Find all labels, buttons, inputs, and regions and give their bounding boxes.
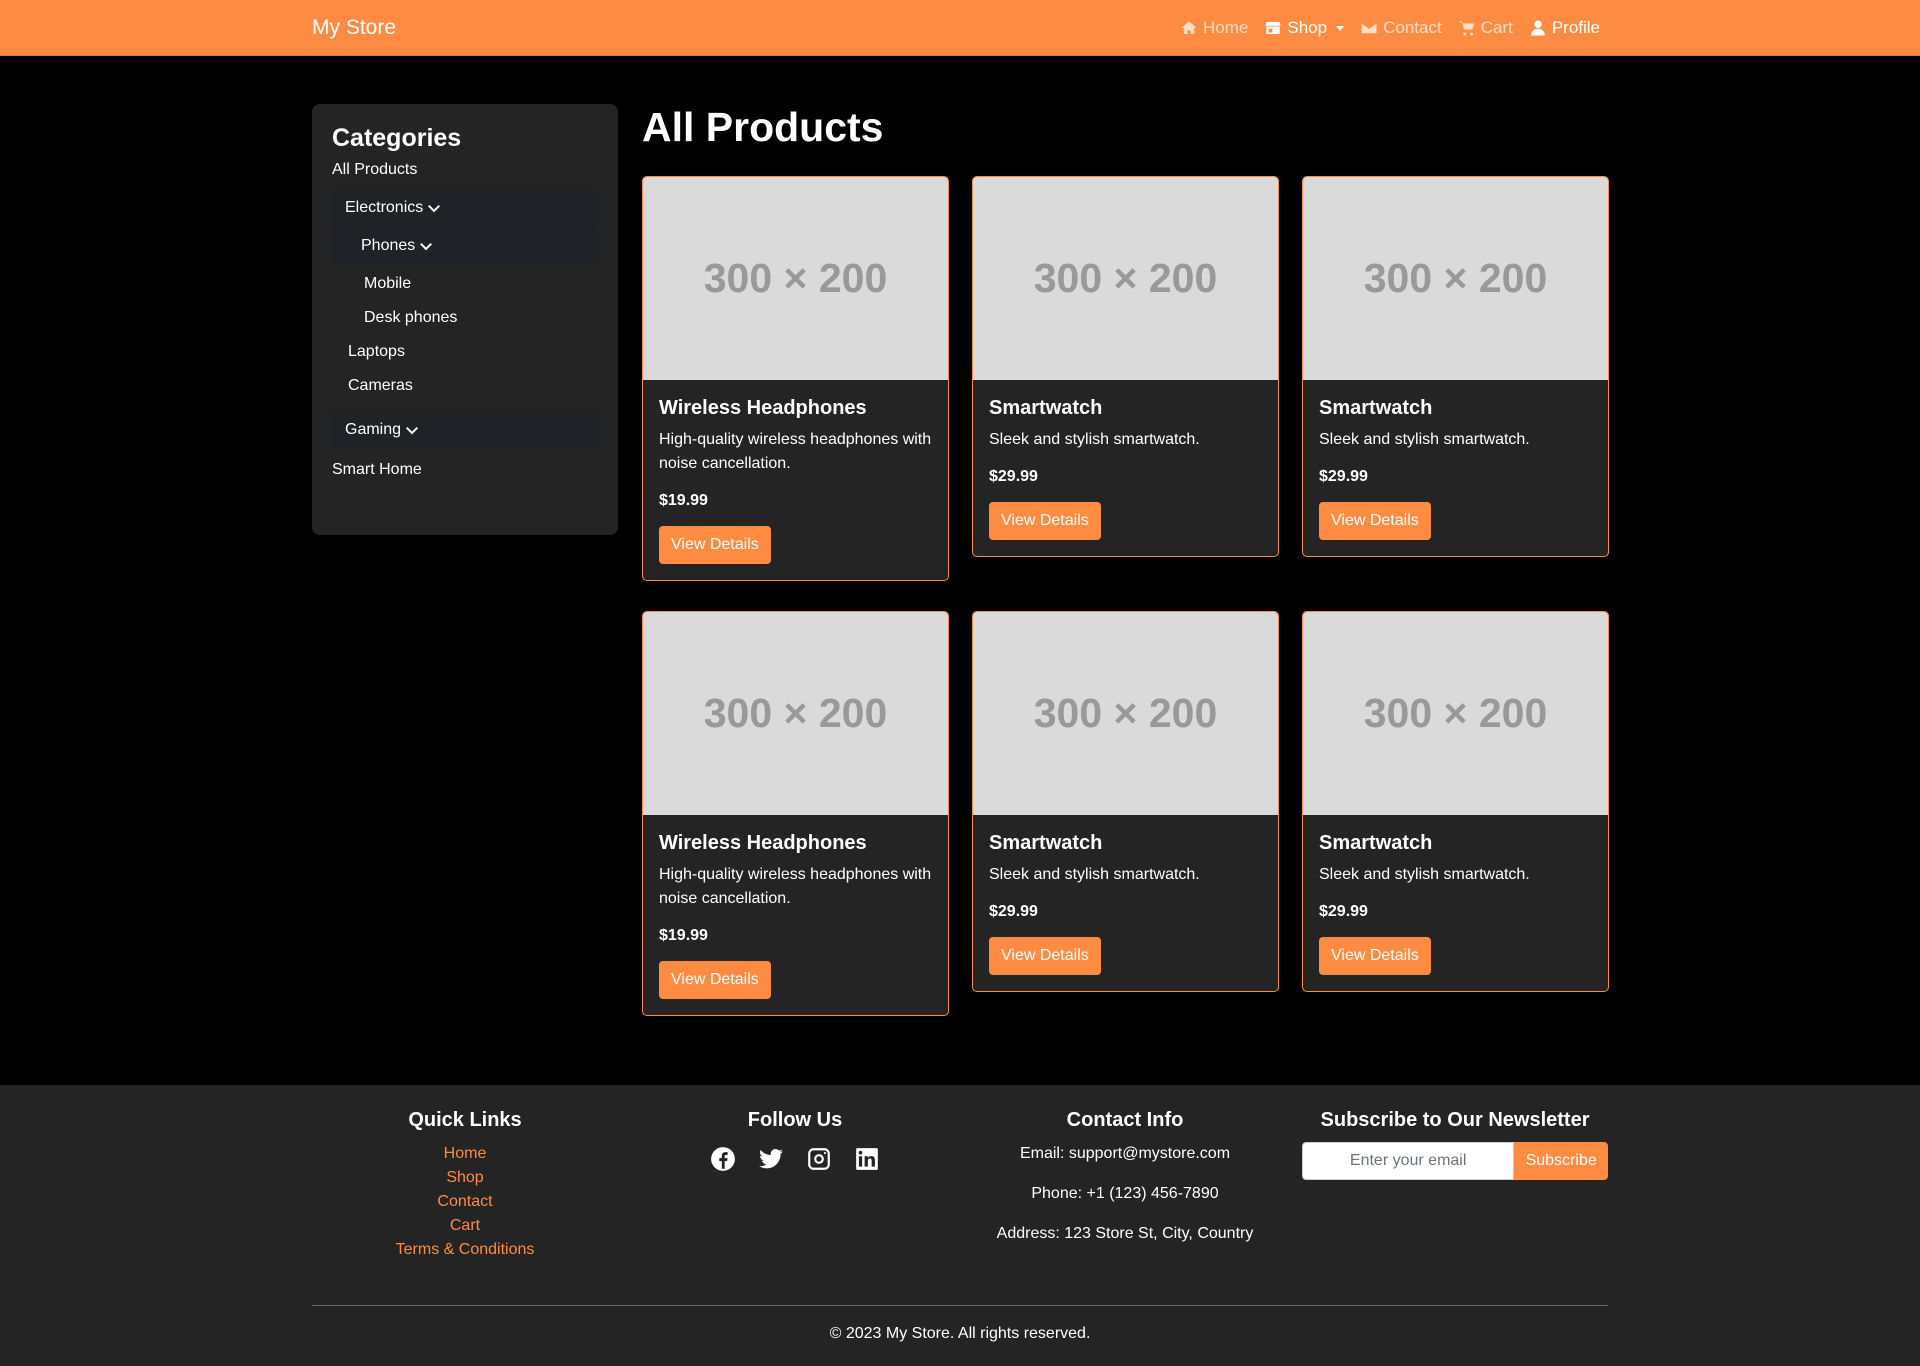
nav-contact-label: Contact: [1383, 18, 1442, 37]
footer-divider: [312, 1305, 1608, 1306]
category-all-products[interactable]: All Products: [332, 153, 598, 187]
contact-address: Address: 123 Store St, City, Country: [996, 1225, 1254, 1242]
nav-profile[interactable]: Profile: [1529, 18, 1600, 38]
category-gaming-toggle[interactable]: Gaming: [332, 411, 598, 449]
newsletter-title: Subscribe to Our Newsletter: [1320, 1109, 1590, 1131]
product-description: Sleek and stylish smartwatch.: [1319, 431, 1530, 448]
view-details-button[interactable]: View Details: [659, 526, 771, 564]
nav-cart[interactable]: Cart: [1458, 18, 1513, 38]
category-smart-home[interactable]: Smart Home: [332, 453, 598, 487]
footer-link-shop[interactable]: Shop: [312, 1166, 618, 1190]
quick-links-title: Quick Links: [408, 1109, 522, 1131]
product-name: Smartwatch: [1319, 397, 1433, 419]
nav-home[interactable]: Home: [1180, 18, 1248, 38]
nav-profile-label: Profile: [1551, 18, 1600, 37]
footer-link-cart[interactable]: Cart: [312, 1214, 618, 1238]
user-icon: [1531, 20, 1545, 36]
category-phones-label: Phones: [361, 237, 416, 254]
nav-shop-label: Shop: [1287, 18, 1328, 37]
product-price: $29.99: [989, 468, 1038, 485]
product-name: Wireless Headphones: [659, 397, 867, 419]
product-image-placeholder: 300 × 200: [973, 612, 1278, 815]
top-navbar: My Store Home Shop Contact Cart Profile: [0, 0, 1920, 56]
category-desk-phones[interactable]: Desk phones: [332, 301, 598, 335]
product-description: High-quality wireless headphones with no…: [659, 431, 932, 472]
nav-menu: Home Shop Contact Cart Profile: [1180, 18, 1600, 38]
home-icon: [1181, 21, 1197, 34]
newsletter-section: Subscribe to Our Newsletter Enter your e…: [1302, 1109, 1608, 1180]
product-description: Sleek and stylish smartwatch.: [989, 866, 1200, 883]
page-title: All Products: [642, 104, 884, 150]
product-card: 300 × 200 Smartwatch Sleek and stylish s…: [1302, 176, 1609, 557]
subscribe-button[interactable]: Subscribe: [1514, 1142, 1608, 1180]
product-image-placeholder: 300 × 200: [1303, 177, 1608, 380]
nav-home-label: Home: [1203, 18, 1249, 37]
nav-contact[interactable]: Contact: [1360, 18, 1442, 38]
instagram-icon[interactable]: [806, 1146, 832, 1172]
nav-cart-label: Cart: [1480, 18, 1513, 37]
product-image-placeholder: 300 × 200: [643, 177, 948, 380]
product-name: Smartwatch: [989, 397, 1103, 419]
envelope-icon: [1361, 22, 1377, 34]
product-card: 300 × 200 Smartwatch Sleek and stylish s…: [972, 176, 1279, 557]
contact-phone: Phone: +1 (123) 456-7890: [1031, 1185, 1219, 1202]
footer-link-home[interactable]: Home: [312, 1142, 618, 1166]
twitter-icon[interactable]: [758, 1146, 784, 1172]
chevron-down-icon: [428, 204, 441, 213]
product-price: $29.99: [989, 903, 1038, 920]
facebook-icon[interactable]: [710, 1146, 736, 1172]
brand-logo[interactable]: My Store: [312, 16, 396, 40]
product-price: $19.99: [659, 492, 708, 509]
view-details-button[interactable]: View Details: [1319, 502, 1431, 540]
product-image-placeholder: 300 × 200: [1303, 612, 1608, 815]
view-details-button[interactable]: View Details: [989, 502, 1101, 540]
chevron-down-icon: [406, 426, 419, 435]
categories-title: Categories: [332, 124, 462, 152]
product-price: $29.99: [1319, 903, 1368, 920]
category-gaming-label: Gaming: [345, 421, 402, 438]
site-footer: Quick Links Home Shop Contact Cart Terms…: [0, 1085, 1920, 1366]
categories-sidebar: Categories All Products Electronics Phon…: [312, 104, 618, 535]
nav-shop[interactable]: Shop: [1264, 18, 1345, 38]
product-price: $19.99: [659, 927, 708, 944]
category-mobile[interactable]: Mobile: [332, 267, 598, 301]
contact-email: Email: support@mystore.com: [1019, 1145, 1231, 1162]
copyright-text: © 2023 My Store. All rights reserved.: [829, 1325, 1091, 1342]
category-phones-toggle[interactable]: Phones: [332, 227, 598, 265]
product-card: 300 × 200 Smartwatch Sleek and stylish s…: [972, 611, 1279, 992]
product-name: Smartwatch: [989, 832, 1103, 854]
linkedin-icon[interactable]: [854, 1146, 880, 1172]
product-card: 300 × 200 Smartwatch Sleek and stylish s…: [1302, 611, 1609, 992]
product-card: 300 × 200 Wireless Headphones High-quali…: [642, 176, 949, 581]
product-name: Wireless Headphones: [659, 832, 867, 854]
store-icon: [1265, 22, 1281, 34]
footer-link-contact[interactable]: Contact: [312, 1190, 618, 1214]
product-description: High-quality wireless headphones with no…: [659, 866, 932, 907]
view-details-button[interactable]: View Details: [1319, 937, 1431, 975]
quick-links-section: Quick Links Home Shop Contact Cart Terms…: [312, 1109, 618, 1262]
newsletter-email-input[interactable]: Enter your email: [1302, 1142, 1515, 1180]
product-price: $29.99: [1319, 468, 1368, 485]
category-electronics-label: Electronics: [345, 199, 424, 216]
view-details-button[interactable]: View Details: [989, 937, 1101, 975]
product-card: 300 × 200 Wireless Headphones High-quali…: [642, 611, 949, 1016]
contact-info-title: Contact Info: [1066, 1109, 1184, 1131]
product-description: Sleek and stylish smartwatch.: [989, 431, 1200, 448]
chevron-down-icon: [420, 242, 433, 251]
product-name: Smartwatch: [1319, 832, 1433, 854]
caret-down-icon: [1336, 25, 1345, 31]
cart-icon: [1458, 21, 1475, 36]
product-description: Sleek and stylish smartwatch.: [1319, 866, 1530, 883]
follow-us-title: Follow Us: [747, 1109, 843, 1131]
contact-info-section: Contact Info Email: support@mystore.com …: [972, 1109, 1278, 1262]
category-electronics-toggle[interactable]: Electronics: [332, 189, 598, 227]
product-image-placeholder: 300 × 200: [643, 612, 948, 815]
footer-link-terms[interactable]: Terms & Conditions: [312, 1238, 618, 1262]
category-laptops[interactable]: Laptops: [332, 335, 598, 369]
product-image-placeholder: 300 × 200: [973, 177, 1278, 380]
category-cameras[interactable]: Cameras: [332, 369, 598, 403]
view-details-button[interactable]: View Details: [659, 961, 771, 999]
follow-us-section: Follow Us: [642, 1109, 948, 1172]
